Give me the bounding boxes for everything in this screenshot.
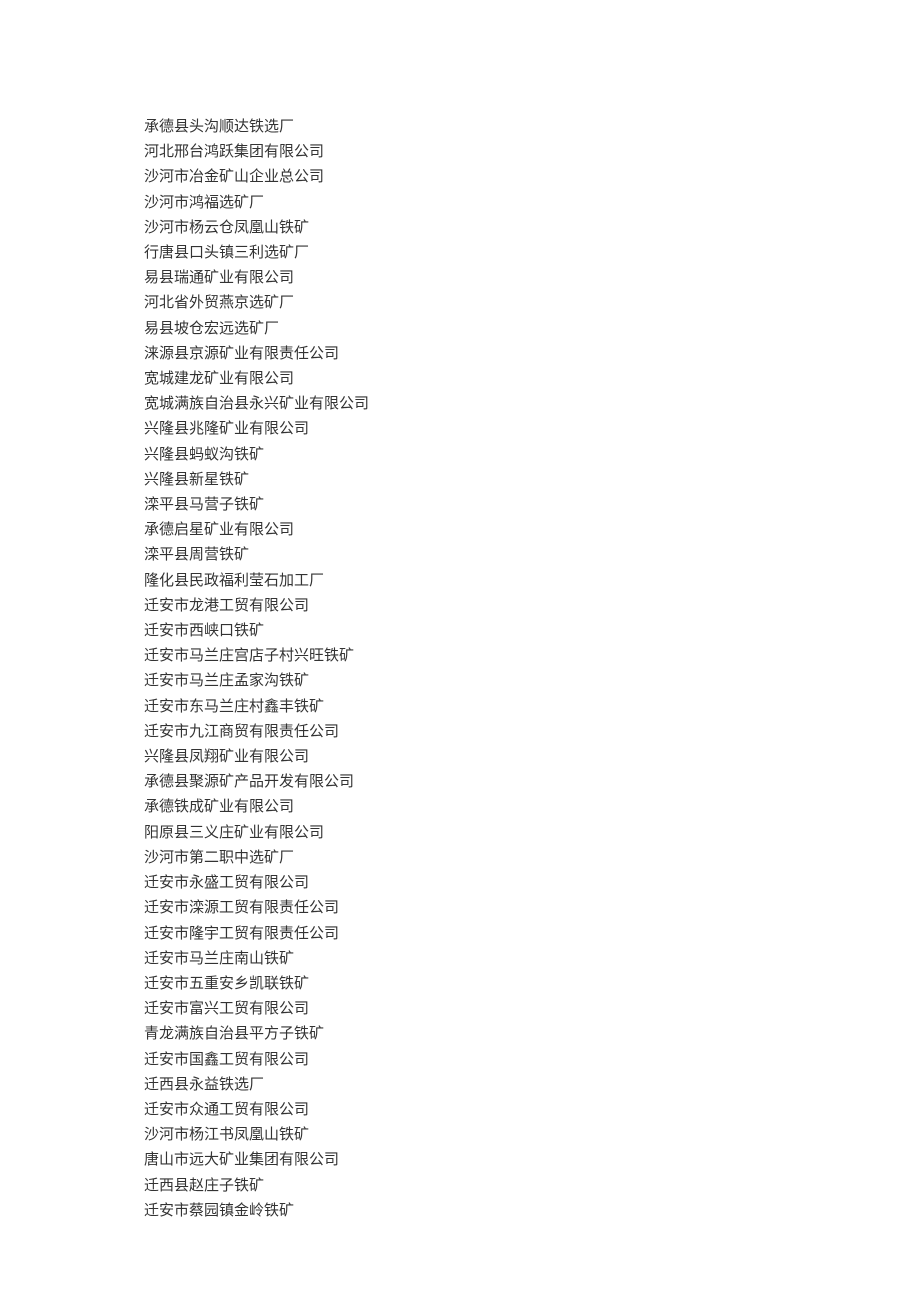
company-item: 承德启星矿业有限公司 [144, 518, 920, 543]
company-item: 沙河市冶金矿山企业总公司 [144, 165, 920, 190]
company-item: 迁安市五重安乡凯联铁矿 [144, 972, 920, 997]
company-item: 河北省外贸燕京选矿厂 [144, 291, 920, 316]
company-list: 承德县头沟顺达铁选厂河北邢台鸿跃集团有限公司沙河市冶金矿山企业总公司沙河市鸿福选… [144, 115, 920, 1224]
company-item: 承德县头沟顺达铁选厂 [144, 115, 920, 140]
company-item: 迁安市隆宇工贸有限责任公司 [144, 922, 920, 947]
company-item: 迁安市马兰庄南山铁矿 [144, 947, 920, 972]
company-item: 迁安市马兰庄孟家沟铁矿 [144, 669, 920, 694]
company-item: 易县坡仓宏远选矿厂 [144, 317, 920, 342]
company-item: 易县瑞通矿业有限公司 [144, 266, 920, 291]
company-item: 迁西县赵庄子铁矿 [144, 1174, 920, 1199]
company-item: 迁安市永盛工贸有限公司 [144, 871, 920, 896]
company-item: 唐山市远大矿业集团有限公司 [144, 1148, 920, 1173]
company-item: 兴隆县兆隆矿业有限公司 [144, 417, 920, 442]
company-item: 兴隆县新星铁矿 [144, 468, 920, 493]
company-item: 迁安市龙港工贸有限公司 [144, 594, 920, 619]
company-item: 青龙满族自治县平方子铁矿 [144, 1022, 920, 1047]
company-item: 沙河市杨江书凤凰山铁矿 [144, 1123, 920, 1148]
company-item: 沙河市鸿福选矿厂 [144, 191, 920, 216]
company-item: 承德铁成矿业有限公司 [144, 795, 920, 820]
company-item: 沙河市第二职中选矿厂 [144, 846, 920, 871]
company-item: 迁安市东马兰庄村鑫丰铁矿 [144, 695, 920, 720]
company-item: 迁安市富兴工贸有限公司 [144, 997, 920, 1022]
company-item: 宽城建龙矿业有限公司 [144, 367, 920, 392]
company-item: 迁安市西峡口铁矿 [144, 619, 920, 644]
company-item: 滦平县马营子铁矿 [144, 493, 920, 518]
company-item: 迁安市九江商贸有限责任公司 [144, 720, 920, 745]
company-item: 阳原县三义庄矿业有限公司 [144, 821, 920, 846]
company-item: 迁安市众通工贸有限公司 [144, 1098, 920, 1123]
company-item: 沙河市杨云仓凤凰山铁矿 [144, 216, 920, 241]
company-item: 兴隆县蚂蚁沟铁矿 [144, 443, 920, 468]
company-item: 河北邢台鸿跃集团有限公司 [144, 140, 920, 165]
company-item: 兴隆县凤翔矿业有限公司 [144, 745, 920, 770]
company-item: 涞源县京源矿业有限责任公司 [144, 342, 920, 367]
company-item: 迁安市马兰庄宫店子村兴旺铁矿 [144, 644, 920, 669]
company-item: 滦平县周营铁矿 [144, 543, 920, 568]
company-item: 迁安市国鑫工贸有限公司 [144, 1048, 920, 1073]
company-item: 迁安市蔡园镇金岭铁矿 [144, 1199, 920, 1224]
company-item: 迁安市滦源工贸有限责任公司 [144, 896, 920, 921]
company-item: 隆化县民政福利莹石加工厂 [144, 569, 920, 594]
company-item: 宽城满族自治县永兴矿业有限公司 [144, 392, 920, 417]
company-item: 承德县聚源矿产品开发有限公司 [144, 770, 920, 795]
company-item: 行唐县口头镇三利选矿厂 [144, 241, 920, 266]
company-item: 迁西县永益铁选厂 [144, 1073, 920, 1098]
